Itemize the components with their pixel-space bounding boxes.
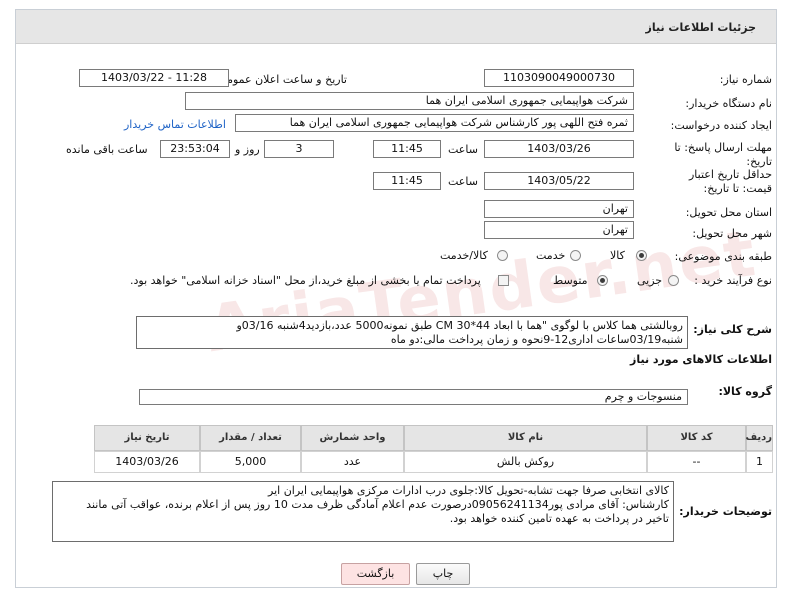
- deadline-time-field[interactable]: 11:45: [373, 140, 441, 158]
- table-cell-item-name: روکش بالش: [404, 451, 647, 473]
- category-radio-goods-service[interactable]: [497, 250, 508, 261]
- goods-info-heading: اطلاعات کالاهای مورد نیاز: [630, 353, 772, 366]
- table-cell-unit: عدد: [301, 451, 404, 473]
- price-validity-time-field[interactable]: 11:45: [373, 172, 441, 190]
- description-line-2: شنبه03/19ساعات اداری12-9نحوه و زمان پردا…: [390, 333, 683, 346]
- description-line-1: روبالشتی هما کلاس با لوگوی "هما با ابعاد…: [236, 319, 683, 332]
- deadline-date-field[interactable]: 1403/03/26: [484, 140, 634, 158]
- category-radio-service[interactable]: [570, 250, 581, 261]
- table-header-item-name: نام کالا: [404, 425, 647, 451]
- table-cell-item-code: --: [647, 451, 746, 473]
- panel-header: جزئیات اطلاعات نیاز: [16, 10, 776, 44]
- table-header-unit: واحد شمارش: [301, 425, 404, 451]
- announce-date-field[interactable]: 1403/03/22 - 11:28: [79, 69, 229, 87]
- buyer-contact-link[interactable]: اطلاعات تماس خریدار: [124, 118, 226, 131]
- table-header-quantity: تعداد / مقدار: [200, 425, 301, 451]
- process-radio-medium[interactable]: [597, 275, 608, 286]
- buyer-notes-line-1: کالای انتخابی صرفا جهت تشابه-تحویل کالا:…: [268, 484, 669, 497]
- category-radio-goods[interactable]: [636, 250, 647, 261]
- buyer-notes-textarea[interactable]: کالای انتخابی صرفا جهت تشابه-تحویل کالا:…: [52, 481, 674, 542]
- price-validity-date-field[interactable]: 1403/05/22: [484, 172, 634, 190]
- category-label: طبقه بندی موضوعی:: [674, 250, 772, 263]
- creator-label: ایجاد کننده درخواست:: [670, 119, 772, 132]
- deadline-label: مهلت ارسال پاسخ: تا تاریخ:: [674, 141, 772, 168]
- need-number-field[interactable]: 1103090049000730: [484, 69, 634, 87]
- description-textarea[interactable]: روبالشتی هما کلاس با لوگوی "هما با ابعاد…: [136, 316, 688, 349]
- city-label: شهر محل تحویل:: [692, 227, 772, 240]
- table-header-need-date: تاریخ نیاز: [94, 425, 200, 451]
- province-label: استان محل تحویل:: [685, 206, 772, 219]
- days-label: روز و: [235, 143, 260, 156]
- price-validity-label: حداقل تاریخ اعتبار قیمت: تا تاریخ:: [688, 168, 772, 195]
- process-radio-minor[interactable]: [668, 275, 679, 286]
- table-header-row-number: ردیف: [745, 425, 773, 451]
- remaining-time-label: ساعت باقی مانده: [66, 143, 148, 156]
- category-option-goods-service: کالا/خدمت: [440, 249, 488, 262]
- table-header-item-code: کد کالا: [647, 425, 746, 451]
- province-field[interactable]: تهران: [484, 200, 634, 218]
- table-cell-need-date: 1403/03/26: [94, 451, 200, 473]
- goods-group-field[interactable]: منسوجات و چرم: [139, 389, 688, 405]
- table-cell-quantity: 5,000: [200, 451, 301, 473]
- process-option-medium: متوسط: [553, 274, 588, 287]
- announce-date-label: تاریخ و ساعت اعلان عمومی:: [214, 73, 347, 86]
- treasury-payment-checkbox[interactable]: [498, 275, 509, 286]
- category-option-service: خدمت: [536, 249, 566, 262]
- buyer-org-field[interactable]: شرکت هواپیمایی جمهوری اسلامی ایران هما: [185, 92, 634, 110]
- buyer-notes-line-3: تاخیر در پرداخت به عهده تامین کننده خواه…: [449, 512, 669, 525]
- process-label: نوع فرآیند خرید :: [694, 274, 772, 287]
- category-option-goods: کالا: [610, 249, 625, 262]
- creator-field[interactable]: ثمره فتح اللهی پور کارشناس شرکت هواپیمای…: [235, 114, 634, 132]
- process-option-minor: جزیی: [637, 274, 663, 287]
- print-button[interactable]: چاپ: [416, 563, 470, 585]
- back-button[interactable]: بازگشت: [341, 563, 410, 585]
- panel-title: جزئیات اطلاعات نیاز: [645, 21, 757, 34]
- buyer-org-label: نام دستگاه خریدار:: [685, 97, 772, 110]
- page: جزئیات اطلاعات نیاز AriaTender.net شماره…: [0, 0, 789, 598]
- buyer-notes-label: توضیحات خریدار:: [679, 505, 772, 518]
- need-number-label: شماره نیاز:: [719, 73, 772, 86]
- buyer-notes-line-2: کارشناس: آقای مرادی پور09056241134درصورت…: [86, 498, 669, 511]
- remaining-time-field[interactable]: 23:53:04: [160, 140, 230, 158]
- description-label: شرح کلی نیاز:: [693, 323, 772, 336]
- goods-group-label: گروه کالا:: [718, 385, 772, 398]
- treasury-payment-note: پرداخت تمام یا بخشی از مبلغ خرید،از محل …: [130, 274, 481, 287]
- days-remaining-field[interactable]: 3: [264, 140, 334, 158]
- deadline-time-label: ساعت: [448, 143, 478, 156]
- table-cell-row-number: 1: [746, 451, 773, 473]
- goods-table: ردیف کد کالا نام کالا واحد شمارش تعداد /…: [35, 425, 773, 473]
- price-validity-time-label: ساعت: [448, 175, 478, 188]
- city-field[interactable]: تهران: [484, 221, 634, 239]
